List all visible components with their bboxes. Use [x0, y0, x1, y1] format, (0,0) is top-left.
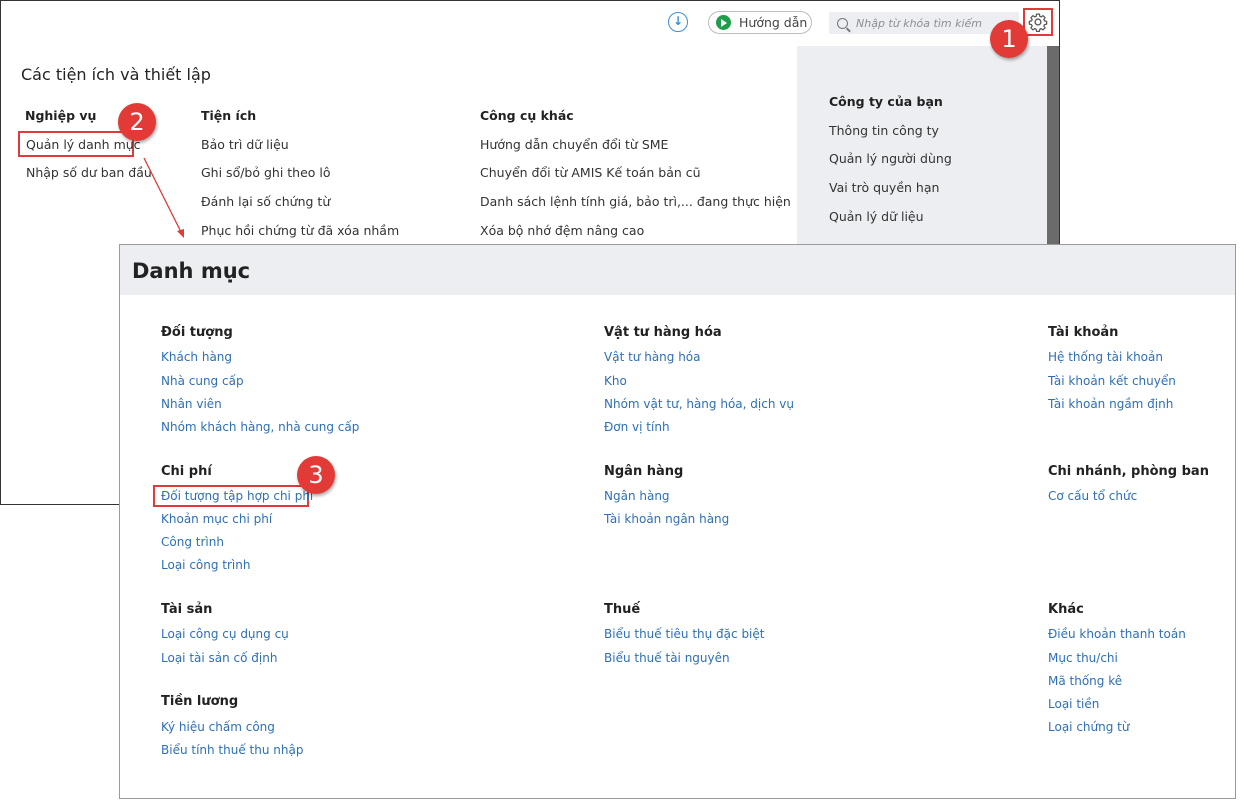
- search-icon: [837, 17, 848, 29]
- link-dieu-khoan-thanh-toan[interactable]: Điều khoản thanh toán: [1048, 627, 1186, 641]
- link-ngan-hang[interactable]: Ngân hàng: [604, 489, 670, 503]
- link-tai-khoan-ket-chuyen[interactable]: Tài khoản kết chuyển: [1048, 374, 1176, 388]
- scrollbar[interactable]: [1047, 46, 1059, 246]
- column-heading-cong-cu-khac: Công cụ khác: [480, 108, 574, 123]
- menu-item-vai-tro[interactable]: Vai trò quyền hạn: [829, 180, 939, 195]
- group-heading-khac: Khác: [1048, 602, 1084, 617]
- link-bieu-thue-tai-nguyen[interactable]: Biểu thuế tài nguyên: [604, 651, 730, 665]
- link-vat-tu-hang-hoa[interactable]: Vật tư hàng hóa: [604, 350, 701, 364]
- download-circle-icon[interactable]: ↓: [668, 12, 688, 32]
- link-loai-tien[interactable]: Loại tiền: [1048, 697, 1099, 711]
- link-khach-hang[interactable]: Khách hàng: [161, 350, 232, 364]
- help-button[interactable]: Hướng dẫn: [708, 11, 812, 34]
- link-loai-tai-san-co-dinh[interactable]: Loại tài sản cố định: [161, 651, 277, 665]
- link-he-thong-tai-khoan[interactable]: Hệ thống tài khoản: [1048, 350, 1163, 364]
- menu-item-phuc-hoi[interactable]: Phục hồi chứng từ đã xóa nhầm: [201, 223, 399, 238]
- link-bieu-thue-ttdb[interactable]: Biểu thuế tiêu thụ đặc biệt: [604, 627, 764, 641]
- menu-item-danh-lai-so[interactable]: Đánh lại số chứng từ: [201, 194, 330, 209]
- company-card-heading: Công ty của bạn: [829, 94, 943, 109]
- play-icon: [716, 15, 731, 30]
- group-heading-thue: Thuế: [604, 602, 641, 617]
- link-nhom-vat-tu[interactable]: Nhóm vật tư, hàng hóa, dịch vụ: [604, 397, 794, 411]
- link-co-cau-to-chuc[interactable]: Cơ cấu tổ chức: [1048, 489, 1137, 503]
- step-badge-1: 1: [990, 20, 1028, 58]
- settings-title: Các tiện ích và thiết lập: [21, 65, 211, 84]
- link-muc-thu-chi[interactable]: Mục thu/chi: [1048, 651, 1118, 665]
- menu-item-xoa-bo-nho-dem[interactable]: Xóa bộ nhớ đệm nâng cao: [480, 223, 644, 238]
- settings-button[interactable]: [1023, 8, 1053, 36]
- step-badge-3: 3: [297, 456, 335, 494]
- menu-item-huong-dan-sme[interactable]: Hướng dẫn chuyển đổi từ SME: [480, 137, 668, 152]
- link-bieu-tinh-thue-thu-nhap[interactable]: Biểu tính thuế thu nhập: [161, 743, 303, 757]
- danh-muc-title: Danh mục: [132, 259, 251, 283]
- group-heading-tai-khoan: Tài khoản: [1048, 325, 1119, 340]
- help-button-label: Hướng dẫn: [739, 15, 808, 30]
- group-heading-tai-san: Tài sản: [161, 602, 213, 617]
- link-ky-hieu-cham-cong[interactable]: Ký hiệu chấm công: [161, 720, 275, 734]
- menu-item-chuyen-doi-amis[interactable]: Chuyển đổi từ AMIS Kế toán bản cũ: [480, 165, 701, 180]
- danh-muc-header: Danh mục: [120, 245, 1235, 295]
- menu-item-thong-tin-cong-ty[interactable]: Thông tin công ty: [829, 123, 939, 138]
- link-don-vi-tinh[interactable]: Đơn vị tính: [604, 420, 670, 434]
- group-heading-ngan-hang: Ngân hàng: [604, 464, 684, 479]
- menu-item-bao-tri[interactable]: Bảo trì dữ liệu: [201, 137, 289, 152]
- menu-item-quan-ly-danh-muc[interactable]: Quản lý danh mục: [26, 137, 141, 152]
- step-badge-2: 2: [118, 103, 156, 141]
- menu-item-ghi-so[interactable]: Ghi sổ/bỏ ghi theo lô: [201, 165, 331, 180]
- link-loai-cong-cu-dung-cu[interactable]: Loại công cụ dụng cụ: [161, 627, 289, 641]
- column-heading-nghiep-vu: Nghiệp vụ: [25, 108, 97, 123]
- group-heading-vat-tu: Vật tư hàng hóa: [604, 325, 722, 340]
- link-nhom-khach-hang[interactable]: Nhóm khách hàng, nhà cung cấp: [161, 420, 359, 434]
- menu-item-quan-ly-nguoi-dung[interactable]: Quản lý người dùng: [829, 151, 952, 166]
- group-heading-doi-tuong: Đối tượng: [161, 325, 233, 340]
- gear-icon: [1028, 13, 1048, 32]
- link-tai-khoan-ngam-dinh[interactable]: Tài khoản ngầm định: [1048, 397, 1173, 411]
- menu-item-nhap-so-du[interactable]: Nhập số dư ban đầu: [26, 165, 152, 180]
- link-tai-khoan-ngan-hang[interactable]: Tài khoản ngân hàng: [604, 512, 729, 526]
- link-loai-chung-tu[interactable]: Loại chứng từ: [1048, 720, 1129, 734]
- column-heading-tien-ich: Tiện ích: [201, 108, 257, 123]
- link-cong-trinh[interactable]: Công trình: [161, 535, 224, 549]
- danh-muc-panel: Danh mục Đối tượng Khách hàng Nhà cung c…: [119, 244, 1236, 799]
- link-doi-tuong-tap-hop-chi-phi[interactable]: Đối tượng tập hợp chi phí: [161, 489, 313, 503]
- link-khoan-muc-chi-phi[interactable]: Khoản mục chi phí: [161, 512, 272, 526]
- menu-item-danh-sach-lenh[interactable]: Danh sách lệnh tính giá, bảo trì,... đan…: [480, 194, 791, 209]
- link-ma-thong-ke[interactable]: Mã thống kê: [1048, 674, 1122, 688]
- group-heading-chi-phi: Chi phí: [161, 464, 212, 479]
- company-card: Công ty của bạn Thông tin công ty Quản l…: [797, 46, 1047, 246]
- link-nhan-vien[interactable]: Nhân viên: [161, 397, 222, 411]
- link-kho[interactable]: Kho: [604, 374, 627, 388]
- link-nha-cung-cap[interactable]: Nhà cung cấp: [161, 374, 244, 388]
- group-heading-chi-nhanh: Chi nhánh, phòng ban: [1048, 464, 1209, 479]
- menu-item-quan-ly-du-lieu[interactable]: Quản lý dữ liệu: [829, 209, 924, 224]
- link-loai-cong-trinh[interactable]: Loại công trình: [161, 558, 250, 572]
- search-placeholder: Nhập từ khóa tìm kiếm: [856, 16, 983, 30]
- group-heading-tien-luong: Tiền lương: [161, 694, 239, 709]
